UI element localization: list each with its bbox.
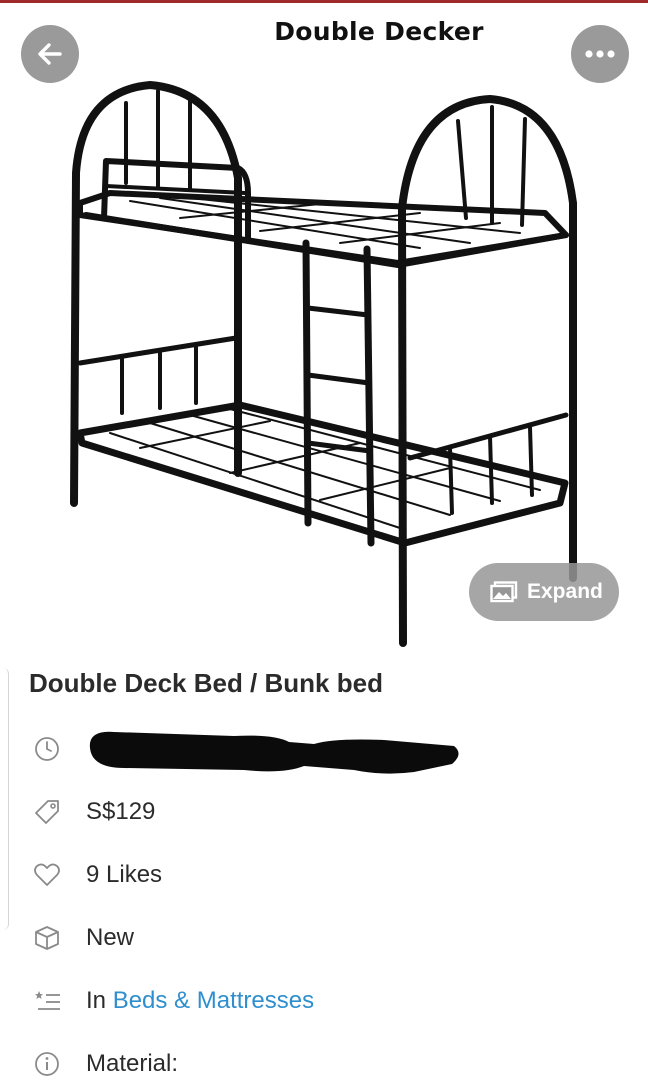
material-row: Material:: [30, 1046, 630, 1080]
category-prefix: In: [86, 987, 107, 1014]
price-tag-icon: [30, 795, 64, 829]
expand-button[interactable]: Expand: [469, 563, 619, 621]
price-value: S$129: [86, 798, 156, 825]
expand-label: Expand: [527, 580, 603, 603]
likes-link[interactable]: 9 Likes: [86, 861, 162, 889]
box-icon: [30, 921, 64, 955]
condition-row: New: [30, 920, 630, 956]
back-arrow-icon: [38, 43, 62, 65]
category-text: In Beds & Mattresses: [86, 987, 314, 1015]
back-button[interactable]: [21, 25, 79, 83]
more-icon: [585, 50, 615, 58]
material-label: Material:: [86, 1050, 179, 1077]
redacted-seller-info: [89, 731, 459, 774]
listing-title: Double Deck Bed / Bunk bed: [29, 668, 383, 698]
side-drawer-handle[interactable]: [0, 668, 9, 930]
category-list-icon: [30, 984, 64, 1018]
listing-photo[interactable]: Double Decker Expand: [0, 3, 648, 648]
price-row: S$129: [30, 794, 630, 830]
category-row: In Beds & Mattresses: [30, 983, 630, 1019]
category-link[interactable]: Beds & Mattresses: [113, 987, 314, 1014]
info-icon: [30, 1047, 64, 1080]
photo-caption: Double Decker: [274, 17, 484, 46]
clock-icon: [30, 732, 64, 766]
condition-value: New: [86, 924, 135, 951]
expand-image-icon: [490, 581, 518, 603]
likes-row[interactable]: 9 Likes: [30, 857, 630, 893]
heart-icon[interactable]: [30, 858, 64, 892]
more-options-button[interactable]: [571, 25, 629, 83]
bunk-bed-image: [70, 81, 577, 647]
